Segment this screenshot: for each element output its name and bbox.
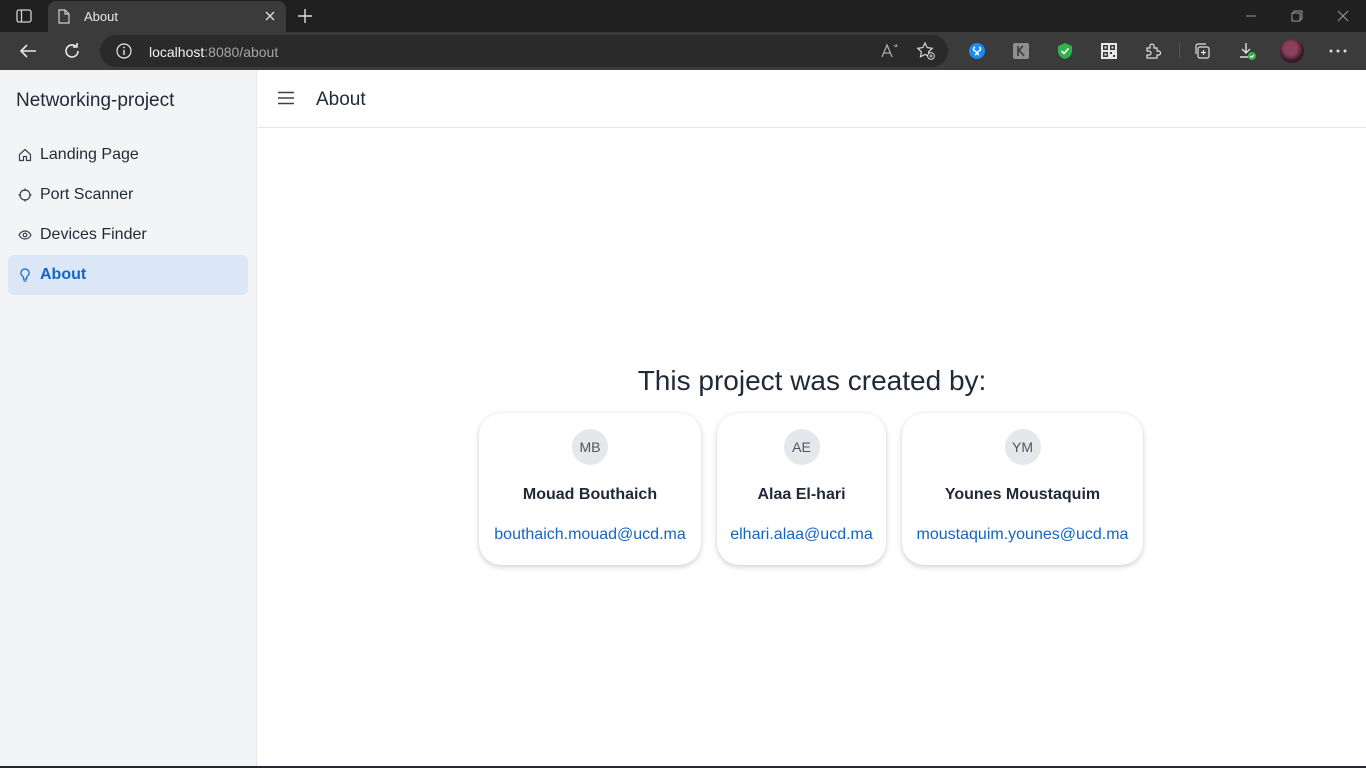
new-tab-button[interactable]	[294, 5, 316, 27]
eye-icon	[18, 228, 32, 242]
close-tab-icon[interactable]	[262, 8, 278, 24]
sidebar-item-landing-page[interactable]: Landing Page	[8, 135, 248, 175]
read-aloud-icon[interactable]	[879, 40, 901, 62]
browser-tab-active[interactable]: About	[48, 1, 286, 32]
menu-toggle-icon[interactable]	[276, 88, 296, 108]
sidebar-item-label: About	[40, 266, 87, 283]
profile-avatar[interactable]	[1280, 39, 1304, 63]
sidebar-item-label: Devices Finder	[40, 226, 147, 243]
sidebar-item-port-scanner[interactable]: Port Scanner	[8, 175, 248, 215]
sidebar-item-label: Port Scanner	[40, 186, 134, 203]
tab-title: About	[84, 9, 118, 24]
person-name: Younes Moustaquim	[944, 486, 1101, 503]
site-info-icon[interactable]	[116, 43, 132, 59]
restore-icon[interactable]	[1282, 4, 1312, 28]
lightbulb-icon	[18, 268, 32, 282]
browser-toolbar: localhost:8080/about	[0, 32, 1366, 70]
team-cards: MB Mouad Bouthaich bouthaich.mouad@ucd.m…	[479, 413, 1143, 565]
main-content: This project was created by: MB Mouad Bo…	[258, 129, 1366, 766]
person-name: Mouad Bouthaich	[522, 486, 658, 503]
app-header: About	[258, 70, 1366, 128]
target-icon	[18, 188, 32, 202]
tab-actions-icon[interactable]	[10, 6, 38, 26]
reader-extension-icon[interactable]	[1011, 41, 1031, 61]
close-window-icon[interactable]	[1328, 4, 1358, 28]
adblock-shield-icon[interactable]	[1055, 41, 1075, 61]
person-card: YM Younes Moustaquim moustaquim.younes@u…	[902, 413, 1143, 565]
about-heading: This project was created by:	[637, 365, 987, 396]
person-card: MB Mouad Bouthaich bouthaich.mouad@ucd.m…	[479, 413, 701, 565]
brand-title: Networking-project	[16, 90, 175, 111]
collections-icon[interactable]	[1192, 41, 1212, 61]
sidebar-item-about[interactable]: About	[8, 255, 248, 295]
shazam-icon[interactable]	[967, 41, 987, 61]
sidebar: Networking-project Landing Page Port Sca…	[0, 70, 257, 768]
person-email-link[interactable]: bouthaich.mouad@ucd.ma	[494, 526, 685, 544]
sidebar-nav: Landing Page Port Scanner Devices Finder…	[8, 135, 248, 295]
home-icon	[18, 148, 32, 162]
page-icon	[58, 9, 72, 25]
back-icon[interactable]	[14, 37, 42, 65]
page-title: About	[316, 89, 366, 110]
qr-code-icon[interactable]	[1099, 41, 1119, 61]
avatar: YM	[1004, 429, 1041, 465]
person-card: AE Alaa El-hari elhari.alaa@ucd.ma	[717, 413, 886, 565]
avatar: AE	[783, 429, 820, 465]
person-email-link[interactable]: elhari.alaa@ucd.ma	[730, 526, 873, 544]
url-text: localhost:8080/about	[149, 44, 279, 60]
address-bar[interactable]: localhost:8080/about	[100, 35, 948, 67]
avatar: MB	[572, 429, 608, 465]
sidebar-item-devices-finder[interactable]: Devices Finder	[8, 215, 248, 255]
more-menu-icon[interactable]	[1328, 41, 1348, 61]
minimize-icon[interactable]	[1236, 4, 1266, 28]
toolbar-divider	[1179, 43, 1180, 59]
refresh-icon[interactable]	[58, 37, 86, 65]
person-name: Alaa El-hari	[757, 486, 846, 503]
person-email-link[interactable]: moustaquim.younes@ucd.ma	[917, 526, 1129, 544]
add-favorite-icon[interactable]	[915, 40, 937, 62]
sidebar-item-label: Landing Page	[40, 146, 139, 163]
downloads-icon[interactable]	[1237, 41, 1257, 61]
browser-titlebar: About	[0, 0, 1366, 32]
extensions-puzzle-icon[interactable]	[1143, 41, 1163, 61]
